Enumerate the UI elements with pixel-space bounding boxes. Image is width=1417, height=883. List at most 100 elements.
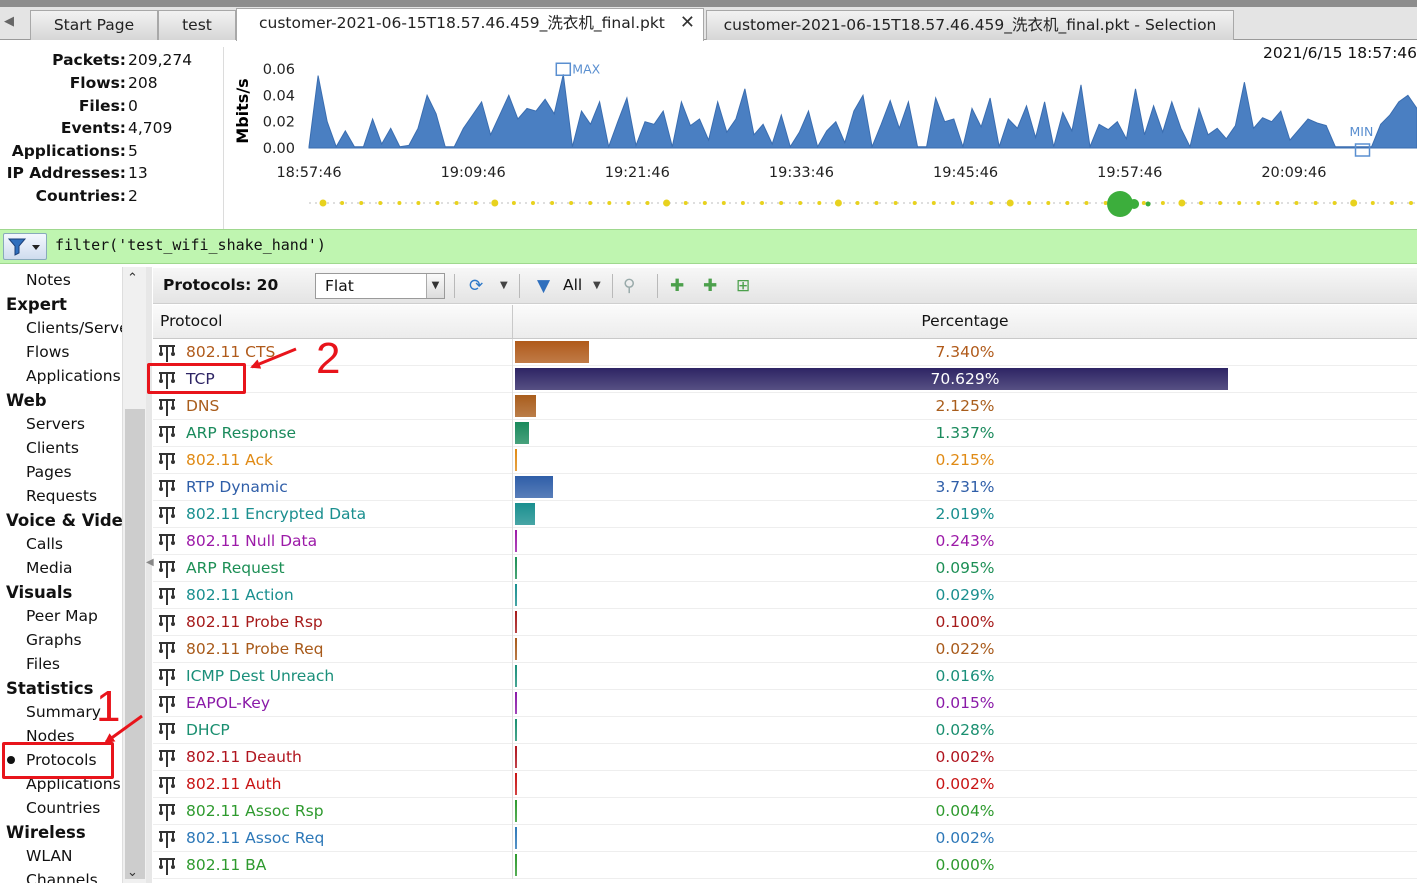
filter-dropdown-button[interactable] bbox=[3, 233, 47, 260]
clear-filter-icon[interactable]: ⚲ bbox=[623, 274, 635, 298]
add-filter-icon[interactable]: ✚ bbox=[670, 274, 684, 298]
funnel-icon[interactable]: ▼ bbox=[537, 274, 550, 298]
event-dot[interactable] bbox=[1178, 199, 1186, 207]
event-dot[interactable] bbox=[550, 201, 555, 205]
sidebar-item-requests[interactable]: Requests bbox=[26, 487, 97, 505]
event-dot[interactable] bbox=[1046, 201, 1051, 205]
table-row[interactable]: 802.11 Probe Rsp 0.100% bbox=[153, 609, 1417, 636]
event-dot[interactable] bbox=[779, 201, 784, 205]
sidebar-item-calls[interactable]: Calls bbox=[26, 535, 63, 553]
event-dot[interactable] bbox=[1370, 201, 1375, 205]
table-row[interactable]: 802.11 Null Data 0.243% bbox=[153, 528, 1417, 555]
table-row[interactable]: 802.11 BA 0.000% bbox=[153, 852, 1417, 879]
filter-expression[interactable]: filter('test_wifi_shake_hand') bbox=[55, 236, 326, 254]
event-dot[interactable] bbox=[912, 201, 917, 205]
sidebar-scrollbar[interactable]: ⌃ ⌄ bbox=[122, 267, 146, 883]
sidebar-category-wireless[interactable]: Wireless bbox=[6, 823, 86, 842]
event-dot[interactable] bbox=[340, 201, 345, 205]
event-dot[interactable] bbox=[760, 201, 764, 205]
table-row[interactable]: EAPOL-Key 0.015% bbox=[153, 690, 1417, 717]
event-dot[interactable] bbox=[1409, 201, 1413, 205]
event-dot[interactable] bbox=[950, 201, 955, 205]
event-dot[interactable] bbox=[798, 201, 803, 205]
event-dot[interactable] bbox=[663, 199, 671, 207]
sidebar-item-countries[interactable]: Countries bbox=[26, 799, 100, 817]
tab-customer-pkt[interactable]: customer-2021-06-15T18.57.46.459_洗衣机_fin… bbox=[236, 8, 704, 41]
table-row[interactable]: RTP Dynamic 3.731% bbox=[153, 474, 1417, 501]
sidebar-item-applications[interactable]: Applications bbox=[26, 367, 121, 385]
event-dot[interactable] bbox=[397, 201, 402, 205]
event-dot[interactable] bbox=[1084, 201, 1089, 205]
event-dot[interactable] bbox=[416, 201, 421, 205]
sidebar-category-visuals[interactable]: Visuals bbox=[6, 583, 72, 602]
event-dot[interactable] bbox=[511, 201, 516, 205]
sidebar-item-channels[interactable]: Channels bbox=[26, 871, 98, 883]
event-dot[interactable] bbox=[359, 201, 364, 205]
chevron-down-icon[interactable]: ▼ bbox=[593, 274, 601, 298]
event-dot[interactable] bbox=[721, 201, 726, 205]
event-dot[interactable] bbox=[1237, 201, 1242, 205]
table-row[interactable]: 802.11 Auth 0.002% bbox=[153, 771, 1417, 798]
tab-test[interactable]: test bbox=[158, 10, 236, 40]
sidebar-item-media[interactable]: Media bbox=[26, 559, 73, 577]
table-row[interactable]: 802.11 Encrypted Data 2.019% bbox=[153, 501, 1417, 528]
sidebar-category-expert[interactable]: Expert bbox=[6, 295, 67, 314]
event-dot[interactable] bbox=[1129, 199, 1140, 209]
event-dot[interactable] bbox=[1103, 201, 1108, 205]
sidebar-item-peer-map[interactable]: Peer Map bbox=[26, 607, 98, 625]
table-row[interactable]: ICMP Dest Unreach 0.016% bbox=[153, 663, 1417, 690]
event-dot[interactable] bbox=[817, 201, 822, 205]
event-dot[interactable] bbox=[1332, 201, 1337, 205]
scrollbar-thumb[interactable] bbox=[125, 409, 145, 879]
event-dot[interactable] bbox=[319, 199, 327, 207]
event-dot[interactable] bbox=[1350, 199, 1358, 207]
event-dot[interactable] bbox=[645, 201, 650, 205]
column-header-percentage[interactable]: Percentage bbox=[513, 312, 1417, 330]
sidebar-item-pages[interactable]: Pages bbox=[26, 463, 72, 481]
filter-all-button[interactable]: All bbox=[563, 276, 582, 294]
event-dot[interactable] bbox=[569, 201, 574, 205]
tab-start-page[interactable]: Start Page bbox=[30, 10, 158, 40]
event-dot[interactable] bbox=[834, 199, 842, 207]
table-row[interactable]: 802.11 Action 0.029% bbox=[153, 582, 1417, 609]
table-row[interactable]: TCP 70.629% bbox=[153, 366, 1417, 393]
event-dot[interactable] bbox=[970, 201, 974, 205]
event-dot[interactable] bbox=[1145, 201, 1151, 207]
event-dot[interactable] bbox=[1389, 201, 1394, 205]
event-dot[interactable] bbox=[435, 201, 440, 205]
tab-scroll-left-icon[interactable]: ◀ bbox=[4, 14, 14, 29]
add-graph-icon[interactable]: ⊞ bbox=[736, 274, 750, 298]
event-dot[interactable] bbox=[588, 201, 593, 205]
tab-customer-pkt-selection[interactable]: customer-2021-06-15T18.57.46.459_洗衣机_fin… bbox=[706, 10, 1234, 40]
chevron-down-icon[interactable]: ⌄ bbox=[127, 865, 138, 880]
event-dot[interactable] bbox=[1199, 201, 1203, 205]
event-dot[interactable] bbox=[683, 201, 688, 205]
event-dot[interactable] bbox=[378, 201, 383, 205]
event-dot[interactable] bbox=[1027, 201, 1032, 205]
table-row[interactable]: 802.11 Assoc Req 0.002% bbox=[153, 825, 1417, 852]
sidebar-category-voice-video[interactable]: Voice & Video bbox=[6, 511, 134, 530]
sidebar-item-clients-serve[interactable]: Clients/Serve bbox=[26, 319, 129, 337]
event-dot[interactable] bbox=[454, 201, 459, 205]
table-row[interactable]: 802.11 Assoc Rsp 0.004% bbox=[153, 798, 1417, 825]
traffic-chart[interactable]: Mbits/s 0.06 0.04 0.02 0.00 MAX MIN 18:57:46 19:… bbox=[228, 41, 1417, 219]
event-dot[interactable] bbox=[1065, 201, 1070, 205]
sidebar-item-graphs[interactable]: Graphs bbox=[26, 631, 82, 649]
event-dot[interactable] bbox=[1313, 201, 1318, 205]
add-node-icon[interactable]: ✚ bbox=[703, 274, 717, 298]
event-dot[interactable] bbox=[473, 201, 478, 205]
sidebar-item-wlan[interactable]: WLAN bbox=[26, 847, 73, 865]
event-dot[interactable] bbox=[989, 201, 994, 205]
chevron-up-icon[interactable]: ⌃ bbox=[127, 271, 138, 286]
refresh-icon[interactable]: ⟳ bbox=[469, 274, 483, 298]
event-dot[interactable] bbox=[1256, 201, 1261, 205]
event-dot[interactable] bbox=[1006, 199, 1014, 207]
sidebar-category-web[interactable]: Web bbox=[6, 391, 47, 410]
table-row[interactable]: 802.11 Deauth 0.002% bbox=[153, 744, 1417, 771]
column-header-protocol[interactable]: Protocol bbox=[160, 312, 222, 330]
table-row[interactable]: 802.11 CTS 7.340% bbox=[153, 339, 1417, 366]
sidebar-item-clients[interactable]: Clients bbox=[26, 439, 79, 457]
event-dot[interactable] bbox=[874, 201, 879, 205]
sidebar-item-files[interactable]: Files bbox=[26, 655, 60, 673]
event-dot[interactable] bbox=[931, 201, 936, 205]
